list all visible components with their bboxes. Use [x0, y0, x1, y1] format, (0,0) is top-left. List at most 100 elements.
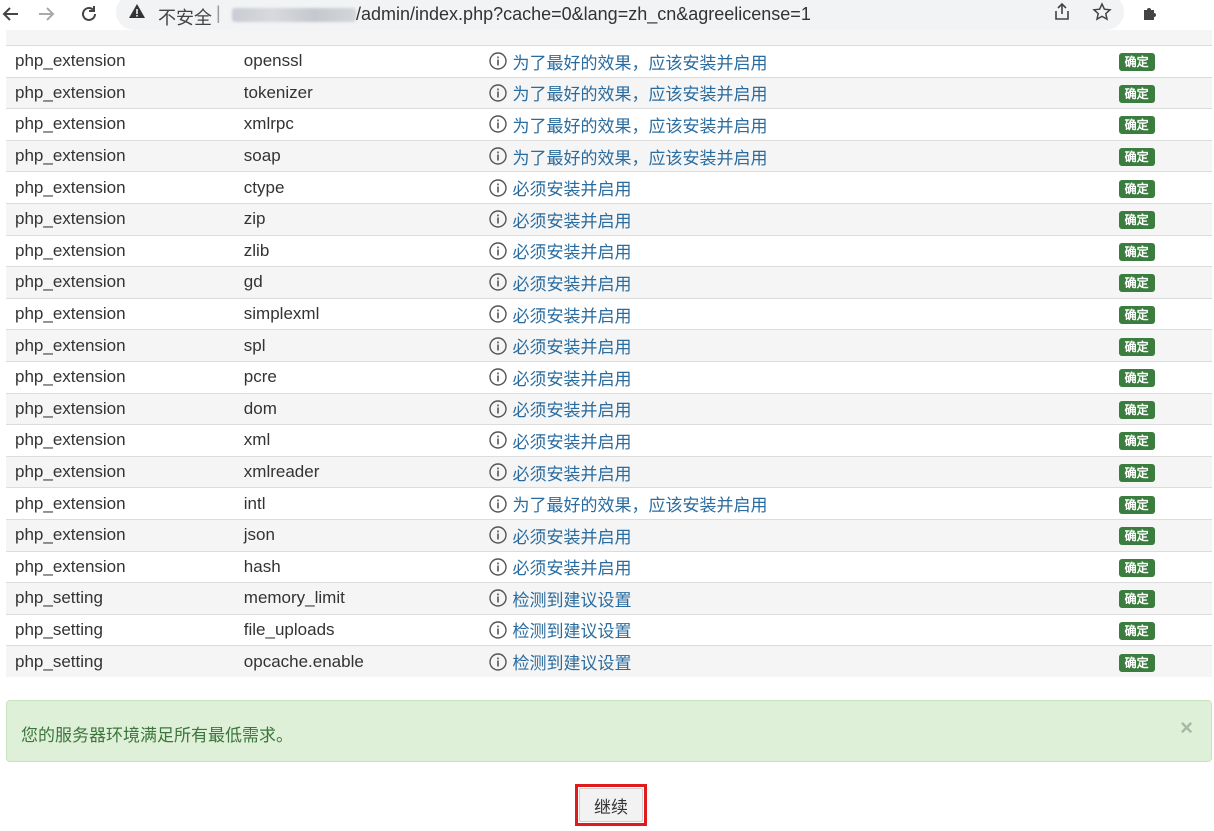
- blurred-hostname: [232, 8, 356, 22]
- requirement-message: 为了最好的效果，应该安装并启用: [489, 144, 1113, 169]
- requirement-name: tokenizer: [243, 76, 490, 109]
- alert-close-button[interactable]: ×: [1180, 715, 1193, 741]
- info-icon: [489, 115, 508, 134]
- table-row: php_extension json 必须安装并启用 确定: [6, 518, 1212, 551]
- requirement-type: php_extension: [6, 171, 244, 204]
- requirement-message-text: 必须安装并启用: [512, 401, 632, 421]
- requirement-type: php_extension: [6, 329, 244, 362]
- requirement-message-text: 必须安装并启用: [512, 211, 632, 231]
- share-icon[interactable]: [1052, 2, 1072, 27]
- browser-toolbar: 不安全 | /admin/index.php?cache=0&lang=zh_c…: [0, 0, 1214, 30]
- reload-icon[interactable]: [76, 0, 102, 28]
- table-row: php_setting memory_limit 检测到建议设置 确定: [6, 582, 1212, 615]
- requirement-message-text: 必须安装并启用: [512, 369, 632, 389]
- info-icon: [489, 494, 508, 513]
- table-row: php_extension hash 必须安装并启用 确定: [6, 550, 1212, 583]
- requirement-type: php_setting: [6, 645, 244, 678]
- table-row: php_extension ctype 必须安装并启用 确定: [6, 171, 1212, 204]
- table-row: php_extension xmlrpc 为了最好的效果，应该安装并启用 确定: [6, 108, 1212, 141]
- requirement-name: xmlreader: [243, 455, 490, 488]
- requirement-message: 必须安装并启用: [489, 302, 1113, 327]
- table-row: php_extension xmlreader 必须安装并启用 确定: [6, 455, 1212, 488]
- info-icon: [489, 336, 508, 355]
- requirement-message: 必须安装并启用: [489, 554, 1113, 579]
- requirement-message: 必须安装并启用: [489, 207, 1113, 232]
- forward-arrow-icon[interactable]: [32, 0, 60, 28]
- table-row: php_extension tokenizer 为了最好的效果，应该安装并启用 确定: [6, 76, 1212, 109]
- info-icon: [489, 621, 508, 639]
- requirement-type: php_extension: [6, 45, 244, 78]
- requirement-type: php_extension: [6, 518, 244, 551]
- requirement-message-text: 为了最好的效果，应该安装并启用: [512, 116, 768, 136]
- requirement-type: php_extension: [6, 234, 244, 267]
- requirement-name: zlib: [243, 234, 490, 267]
- status-badge: 确定: [1118, 84, 1155, 103]
- table-row: php_extension dom 必须安装并启用 确定: [6, 392, 1212, 425]
- requirement-message: 为了最好的效果，应该安装并启用: [489, 491, 1113, 516]
- requirement-message-text: 必须安装并启用: [512, 432, 632, 452]
- status-badge: 确定: [1118, 148, 1155, 167]
- requirement-type: php_extension: [6, 266, 244, 299]
- requirement-message: 为了最好的效果，应该安装并启用: [489, 80, 1113, 105]
- extensions-puzzle-icon[interactable]: [1140, 2, 1162, 29]
- requirement-type: php_extension: [6, 360, 244, 394]
- table-row: php_extension pcre 必须安装并启用 确定: [6, 360, 1212, 394]
- status-badge: 确定: [1118, 369, 1155, 388]
- status-badge: 确定: [1118, 306, 1155, 325]
- requirement-message: 必须安装并启用: [489, 523, 1113, 548]
- requirement-name: soap: [243, 139, 490, 172]
- info-icon: [489, 526, 508, 544]
- requirement-message-text: 必须安装并启用: [512, 243, 632, 263]
- requirement-message-text: 为了最好的效果，应该安装并启用: [512, 148, 768, 168]
- security-label[interactable]: 不安全: [158, 4, 212, 30]
- info-icon: [489, 558, 508, 576]
- requirement-message-text: 必须安装并启用: [512, 338, 632, 358]
- url-separator: |: [216, 3, 221, 23]
- requirement-name: gd: [243, 266, 490, 299]
- status-badge: 确定: [1118, 53, 1155, 72]
- requirement-message-text: 检测到建议设置: [512, 622, 632, 642]
- requirement-message-text: 必须安装并启用: [512, 559, 632, 579]
- requirement-name: opcache.enable: [243, 645, 490, 678]
- address-bar[interactable]: 不安全 | /admin/index.php?cache=0&lang=zh_c…: [116, 0, 1124, 30]
- requirement-type: php_setting: [6, 582, 244, 615]
- bookmark-star-icon[interactable]: [1092, 2, 1112, 27]
- requirement-type: php_extension: [6, 202, 244, 236]
- requirement-type: php_extension: [6, 297, 244, 330]
- requirement-message: 为了最好的效果，应该安装并启用: [489, 49, 1113, 74]
- requirement-name: ctype: [243, 171, 490, 204]
- table-row: php_extension simplexml 必须安装并启用 确定: [6, 297, 1212, 330]
- info-icon: [489, 242, 508, 260]
- requirement-message: 必须安装并启用: [489, 238, 1113, 263]
- warning-triangle-icon: [128, 3, 146, 24]
- requirement-message: 必须安装并启用: [489, 428, 1113, 453]
- requirement-message-text: 为了最好的效果，应该安装并启用: [512, 53, 768, 73]
- requirement-name: intl: [243, 487, 490, 520]
- requirement-message: 必须安装并启用: [489, 365, 1113, 390]
- requirement-name: pcre: [243, 360, 490, 394]
- status-badge: 确定: [1118, 558, 1155, 577]
- requirement-name: xml: [243, 424, 490, 457]
- table-row: php_extension zip 必须安装并启用 确定: [6, 202, 1212, 236]
- table-row: php_extension openssl 为了最好的效果，应该安装并启用 确定: [6, 45, 1212, 78]
- requirement-message-text: 检测到建议设置: [512, 654, 632, 674]
- table-row: php_extension intl 为了最好的效果，应该安装并启用 确定: [6, 487, 1212, 520]
- info-icon: [489, 463, 508, 481]
- back-arrow-icon[interactable]: [0, 0, 22, 28]
- requirement-message: 必须安装并启用: [489, 270, 1113, 295]
- status-badge: 确定: [1118, 621, 1155, 640]
- info-icon: [489, 368, 508, 386]
- requirement-name: openssl: [243, 45, 490, 78]
- continue-button[interactable]: 继续: [579, 788, 643, 822]
- requirement-name: dom: [243, 392, 490, 425]
- url-path[interactable]: /admin/index.php?cache=0&lang=zh_cn&agre…: [356, 4, 811, 25]
- requirement-type: php_extension: [6, 76, 244, 109]
- requirement-message-text: 必须安装并启用: [512, 180, 632, 200]
- table-row: php_extension spl 必须安装并启用 确定: [6, 329, 1212, 362]
- requirement-message: 为了最好的效果，应该安装并启用: [489, 112, 1113, 137]
- requirement-type: php_extension: [6, 139, 244, 172]
- info-icon: [489, 400, 508, 418]
- status-badge: 确定: [1118, 464, 1155, 483]
- info-icon: [489, 589, 508, 608]
- info-icon: [489, 178, 508, 197]
